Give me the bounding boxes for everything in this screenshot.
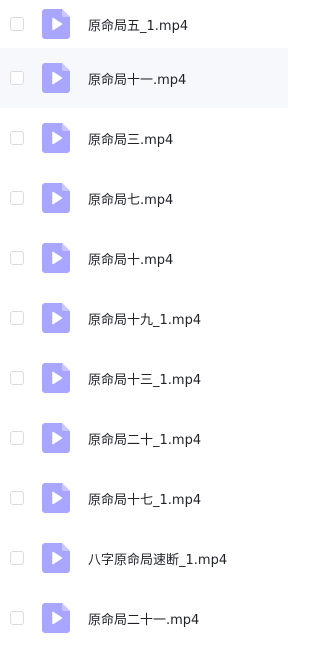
select-checkbox[interactable] <box>10 251 24 265</box>
select-checkbox[interactable] <box>10 311 24 325</box>
select-checkbox[interactable] <box>10 71 24 85</box>
file-row[interactable]: 原命局十九_1.mp4 <box>0 288 288 348</box>
video-file-icon <box>42 423 70 453</box>
file-row[interactable]: 原命局十七_1.mp4 <box>0 468 288 528</box>
file-list: 原命局五_1.mp4 原命局十一.mp4 原命局三.mp4 原命局七.mp4 原… <box>0 0 288 660</box>
file-row[interactable]: 原命局七.mp4 <box>0 168 288 228</box>
file-row[interactable]: 八字原命局速断_1.mp4 <box>0 528 288 588</box>
select-checkbox[interactable] <box>10 611 24 625</box>
select-checkbox[interactable] <box>10 551 24 565</box>
file-name[interactable]: 原命局十七_1.mp4 <box>88 489 201 508</box>
video-file-icon <box>42 9 70 39</box>
file-row[interactable]: 原命局二十一.mp4 <box>0 588 288 648</box>
video-file-icon <box>42 483 70 513</box>
file-name[interactable]: 原命局十.mp4 <box>88 249 173 268</box>
file-row[interactable]: 原命局三.mp4 <box>0 108 288 168</box>
select-checkbox[interactable] <box>10 491 24 505</box>
file-name[interactable]: 原命局三.mp4 <box>88 129 173 148</box>
video-file-icon <box>42 543 70 573</box>
video-file-icon <box>42 303 70 333</box>
select-checkbox[interactable] <box>10 131 24 145</box>
video-file-icon <box>42 63 70 93</box>
select-checkbox[interactable] <box>10 371 24 385</box>
file-name[interactable]: 八字原命局速断_1.mp4 <box>88 549 227 568</box>
file-row[interactable]: 原命局二十_1.mp4 <box>0 408 288 468</box>
select-checkbox[interactable] <box>10 191 24 205</box>
file-name[interactable]: 原命局十一.mp4 <box>88 69 186 88</box>
file-name[interactable]: 原命局五_1.mp4 <box>88 15 188 34</box>
video-file-icon <box>42 363 70 393</box>
file-row[interactable]: 原命局十一.mp4 <box>0 48 288 108</box>
video-file-icon <box>42 603 70 633</box>
file-name[interactable]: 原命局十九_1.mp4 <box>88 309 201 328</box>
video-file-icon <box>42 123 70 153</box>
file-name[interactable]: 原命局二十一.mp4 <box>88 609 199 628</box>
file-name[interactable]: 原命局七.mp4 <box>88 189 173 208</box>
video-file-icon <box>42 243 70 273</box>
file-name[interactable]: 原命局二十_1.mp4 <box>88 429 201 448</box>
video-file-icon <box>42 183 70 213</box>
select-checkbox[interactable] <box>10 17 24 31</box>
file-row[interactable]: 原命局五_1.mp4 <box>0 0 288 48</box>
select-checkbox[interactable] <box>10 431 24 445</box>
file-row[interactable]: 原命局十三_1.mp4 <box>0 348 288 408</box>
file-row[interactable]: 原命局十.mp4 <box>0 228 288 288</box>
file-name[interactable]: 原命局十三_1.mp4 <box>88 369 201 388</box>
